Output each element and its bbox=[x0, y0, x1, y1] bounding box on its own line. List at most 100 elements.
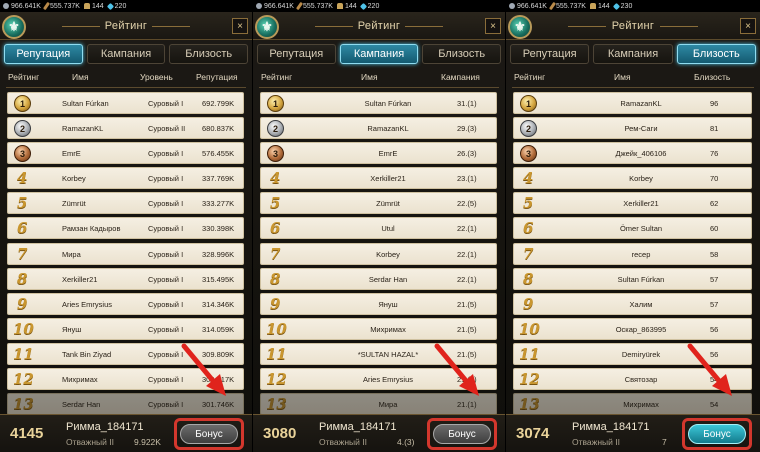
table-row[interactable]: 4 Korbey Суровый I 337.769K bbox=[7, 167, 244, 190]
table-row[interactable]: 7 recep 58 bbox=[513, 242, 752, 265]
table-row[interactable]: 3 EmrE 26.(3) bbox=[260, 142, 497, 165]
player-score: 21.(5) bbox=[457, 349, 477, 359]
ranking-list[interactable]: 1 RamazanKL 96 2 Рем-Саги 81 3 Джейк_406106 76 4 K… bbox=[513, 92, 752, 414]
player-name: Sultan Fúrkan bbox=[62, 99, 109, 108]
table-row[interactable]: 3 EmrE Суровый I 576.455K bbox=[7, 142, 244, 165]
table-row[interactable]: 3 Джейк_406106 76 bbox=[513, 142, 752, 165]
table-row[interactable]: 10 Януш Суровый I 314.059K bbox=[7, 317, 244, 340]
table-row[interactable]: 1 Sultan Fúrkan 31.(1) bbox=[260, 92, 497, 114]
wood-icon bbox=[548, 1, 557, 11]
table-row[interactable]: 2 RamazanKL Суровый II 680.837K bbox=[7, 117, 244, 140]
tab-campaign[interactable]: Кампания bbox=[339, 44, 419, 64]
table-row[interactable]: 12 Михримах Суровый I 302.417K bbox=[7, 368, 244, 391]
rank-number: 11 bbox=[266, 344, 287, 363]
column-score: Кампания bbox=[441, 72, 480, 82]
table-row[interactable]: 5 Xerkiller21 62 bbox=[513, 192, 752, 215]
table-row[interactable]: 8 Xerkiller21 Суровый I 315.495K bbox=[7, 267, 244, 290]
player-score: 70 bbox=[710, 174, 719, 184]
column-score: Близость bbox=[694, 72, 731, 82]
rank-number: 10 bbox=[13, 319, 34, 338]
table-row[interactable]: 1 Sultan Fúrkan Суровый I 692.799K bbox=[7, 92, 244, 114]
title-ornament bbox=[152, 26, 190, 27]
player-name: EmrE bbox=[62, 149, 81, 159]
table-row[interactable]: 13 Serdar Han Суровый I 301.746K bbox=[7, 393, 244, 414]
player-level: Суровый I bbox=[148, 224, 184, 234]
rank-number: 8 bbox=[523, 269, 534, 288]
resource-silver: 966.641K bbox=[256, 3, 294, 10]
table-row[interactable]: 2 Рем-Саги 81 bbox=[513, 117, 752, 140]
player-name: Sultan Fúrkan bbox=[617, 274, 665, 284]
table-row[interactable]: 1 RamazanKL 96 bbox=[513, 92, 752, 114]
tab-affinity[interactable]: Близость bbox=[422, 44, 502, 64]
player-score: 31.(1) bbox=[457, 99, 477, 108]
table-row[interactable]: 7 Мира Суровый I 328.996K bbox=[7, 242, 244, 265]
rank-medal-icon: 1 bbox=[520, 95, 537, 112]
table-row[interactable]: 13 Мира 21.(1) bbox=[260, 393, 497, 414]
player-score: 56 bbox=[710, 324, 719, 334]
rank-number: 4 bbox=[270, 169, 281, 188]
table-row[interactable]: 8 Sultan Fúrkan 57 bbox=[513, 267, 752, 290]
table-row[interactable]: 12 Aries Emrysius 21.(1) bbox=[260, 368, 497, 391]
rank-number: 5 bbox=[523, 194, 534, 213]
close-icon[interactable]: × bbox=[740, 18, 756, 34]
table-row[interactable]: 6 Utul 22.(1) bbox=[260, 217, 497, 240]
player-score: 29.(3) bbox=[457, 124, 477, 134]
player-name: Оскар_863995 bbox=[615, 324, 667, 334]
table-row[interactable]: 13 Михримах 54 bbox=[513, 393, 752, 414]
table-row[interactable]: 8 Serdar Han 22.(1) bbox=[260, 267, 497, 290]
player-score: 22.(1) bbox=[457, 274, 477, 284]
resource-wood: 555.737K bbox=[42, 1, 80, 11]
title-ornament bbox=[405, 26, 443, 27]
close-icon[interactable]: × bbox=[232, 18, 248, 34]
table-row[interactable]: 2 RamazanKL 29.(3) bbox=[260, 117, 497, 140]
table-row[interactable]: 12 Святозар 54 bbox=[513, 368, 752, 391]
player-reputation: 301.746K bbox=[202, 400, 235, 410]
tab-reputation[interactable]: Репутация bbox=[4, 44, 83, 64]
resource-value: 966.641K bbox=[264, 2, 294, 10]
table-row[interactable]: 7 Korbey 22.(1) bbox=[260, 242, 497, 265]
table-row[interactable]: 6 Рамзан Кадыров Суровый I 330.398K bbox=[7, 217, 244, 240]
bonus-button[interactable]: Бонус bbox=[433, 424, 491, 444]
table-row[interactable]: 4 Xerkiller21 23.(1) bbox=[260, 167, 497, 190]
player-score: 81 bbox=[710, 124, 719, 134]
table-row[interactable]: 9 Халим 57 bbox=[513, 292, 752, 315]
player-name: Aries Emrysius bbox=[362, 375, 413, 385]
tab-reputation[interactable]: Репутация bbox=[510, 44, 590, 64]
resource-value: 144 bbox=[344, 2, 357, 10]
table-row[interactable]: 10 Оскар_863995 56 bbox=[513, 317, 752, 340]
resource-value: 555.737K bbox=[49, 2, 80, 10]
ranking-list[interactable]: 1 Sultan Fúrkan Суровый I 692.799K 2 RamazanK… bbox=[7, 92, 244, 414]
tab-reputation[interactable]: Репутация bbox=[257, 44, 336, 64]
table-row[interactable]: 9 Януш 21.(5) bbox=[260, 292, 497, 315]
page-title: Рейтинг bbox=[104, 20, 148, 32]
close-icon[interactable]: × bbox=[485, 18, 501, 34]
player-level: Суровый I bbox=[148, 249, 184, 259]
table-row[interactable]: 6 Ömer Sultan 60 bbox=[513, 217, 752, 240]
warrior-icon bbox=[336, 3, 343, 9]
player-name: Tank Bin Ziyad bbox=[62, 349, 112, 359]
table-row[interactable]: 4 Korbey 70 bbox=[513, 167, 752, 190]
tab-affinity[interactable]: Близость bbox=[676, 44, 756, 64]
column-rank: Рейтинг bbox=[514, 72, 546, 82]
rank-number: 13 bbox=[266, 395, 287, 414]
table-row[interactable]: 10 Михримах 21.(5) bbox=[260, 317, 497, 340]
table-row[interactable]: 11 Tank Bin Ziyad Суровый I 309.809K bbox=[7, 342, 244, 365]
rank-medal-icon: 3 bbox=[520, 145, 537, 163]
player-reputation: 302.417K bbox=[202, 375, 235, 385]
tab-campaign[interactable]: Кампания bbox=[86, 44, 166, 64]
player-name: Мира bbox=[378, 400, 398, 410]
ranking-list[interactable]: 1 Sultan Fúrkan 31.(1) 2 RamazanKL 29.(3) 3 Emr… bbox=[260, 92, 497, 414]
rank-medal-icon: 2 bbox=[520, 120, 537, 138]
tab-campaign[interactable]: Кампания bbox=[593, 44, 673, 64]
bonus-button[interactable]: Бонус bbox=[180, 424, 238, 444]
table-row[interactable]: 5 Zümrüt Суровый I 333.277K bbox=[7, 192, 244, 215]
rank-number: 6 bbox=[17, 219, 28, 238]
tab-affinity[interactable]: Близость bbox=[169, 44, 249, 64]
table-row[interactable]: 11 *SULTAN HAZAL* 21.(5) bbox=[260, 342, 497, 365]
table-row[interactable]: 5 Zümrüt 22.(5) bbox=[260, 192, 497, 215]
bonus-button[interactable]: Бонус bbox=[688, 424, 746, 444]
table-row[interactable]: 9 Aries Emrysius Суровый I 314.346K bbox=[7, 292, 244, 315]
rank-number: 6 bbox=[523, 219, 534, 238]
rank-medal-icon: 1 bbox=[14, 95, 31, 112]
table-row[interactable]: 11 Demiryürek 56 bbox=[513, 342, 752, 365]
